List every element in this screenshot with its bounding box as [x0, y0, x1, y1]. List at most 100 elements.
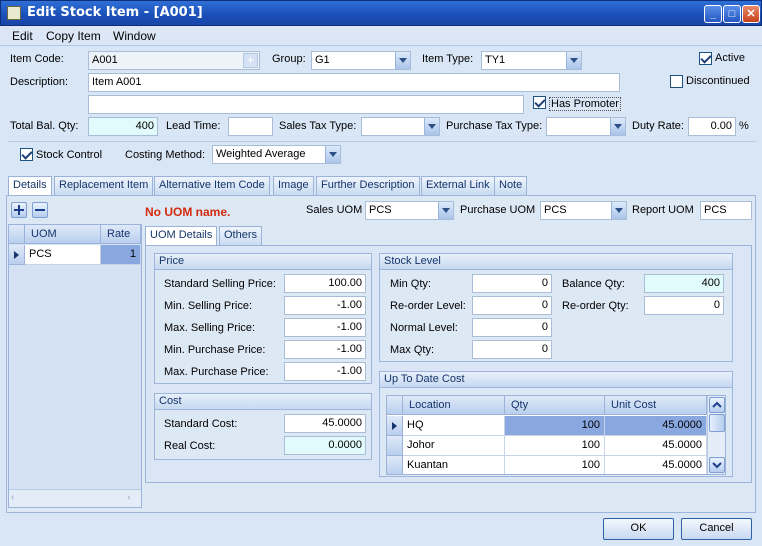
cancel-button[interactable]: Cancel [681, 518, 752, 540]
purchase-uom-value: PCS [544, 204, 567, 216]
min-selling-price-field[interactable]: -1.00 [284, 296, 366, 315]
tab-image[interactable]: Image [273, 176, 314, 195]
sales-uom-label: Sales UOM [306, 204, 363, 216]
chevron-down-icon[interactable] [566, 52, 581, 69]
app-icon [7, 6, 21, 20]
location-cell[interactable]: HQ [403, 416, 505, 436]
tab-alternative-item-code[interactable]: Alternative Item Code [154, 176, 270, 195]
active-checkbox[interactable] [699, 52, 712, 65]
ok-button[interactable]: OK [603, 518, 674, 540]
location-cell[interactable]: Kuantan [403, 456, 505, 474]
chevron-down-icon[interactable] [395, 52, 410, 69]
group-select[interactable]: G1 [311, 51, 411, 70]
duty-rate-label: Duty Rate: [632, 120, 684, 132]
duty-rate-field[interactable]: 0.00 [688, 117, 736, 136]
real-cost-field[interactable]: 0.0000 [284, 436, 366, 455]
chevron-down-icon[interactable] [325, 146, 340, 163]
unit-cost-column-header[interactable]: Unit Cost [605, 396, 707, 415]
menu-copy-item[interactable]: Copy Item [46, 29, 101, 43]
plus-icon[interactable]: + [243, 53, 258, 68]
reorder-qty-label: Re-order Qty: [562, 300, 629, 312]
tab-further-description[interactable]: Further Description [316, 176, 420, 195]
reorder-qty-field[interactable]: 0 [644, 296, 724, 315]
normal-level-field[interactable]: 0 [472, 318, 552, 337]
item-code-field[interactable]: A001 + [88, 51, 260, 70]
costing-method-label: Costing Method: [125, 149, 206, 161]
max-qty-label: Max Qty: [390, 344, 435, 356]
std-selling-price-field[interactable]: 100.00 [284, 274, 366, 293]
min-purchase-price-field[interactable]: -1.00 [284, 340, 366, 359]
qty-cell[interactable]: 100 [505, 456, 605, 474]
report-uom-field[interactable]: PCS [700, 201, 752, 220]
item-type-select[interactable]: TY1 [481, 51, 582, 70]
qty-column-header[interactable]: Qty [505, 396, 605, 415]
balance-qty-field[interactable]: 400 [644, 274, 724, 293]
tab-external-link[interactable]: External Link [421, 176, 495, 195]
tab-others[interactable]: Others [219, 226, 263, 245]
chevron-down-icon[interactable] [611, 202, 626, 219]
chevron-down-icon[interactable] [424, 118, 439, 135]
chevron-down-icon[interactable] [438, 202, 453, 219]
reorder-level-field[interactable]: 0 [472, 296, 552, 315]
max-qty-field[interactable]: 0 [472, 340, 552, 359]
purchase-tax-select[interactable] [546, 117, 626, 136]
std-cost-field[interactable]: 45.0000 [284, 414, 366, 433]
stock-control-label: Stock Control [36, 149, 103, 161]
unit-cost-cell[interactable]: 45.0000 [605, 416, 707, 436]
title-bar[interactable]: Edit Stock Item - [A001] _ □ ✕ [0, 0, 762, 26]
remove-uom-button[interactable] [32, 202, 48, 218]
max-selling-price-field[interactable]: -1.00 [284, 318, 366, 337]
close-button[interactable]: ✕ [742, 5, 760, 23]
sales-uom-select[interactable]: PCS [365, 201, 454, 220]
uom-column-header[interactable]: UOM [25, 225, 101, 244]
minimize-button[interactable]: _ [704, 5, 722, 23]
rate-column-header[interactable]: Rate [101, 225, 141, 244]
item-code-label: Item Code: [10, 53, 64, 65]
min-purchase-price-label: Min. Purchase Price: [164, 344, 266, 356]
row-indicator [387, 436, 403, 456]
maximize-button[interactable]: □ [723, 5, 741, 23]
discontinued-checkbox[interactable] [670, 75, 683, 88]
tab-details[interactable]: Details [8, 176, 52, 196]
menu-edit[interactable]: Edit [12, 29, 33, 43]
unit-cost-cell[interactable]: 45.0000 [605, 456, 707, 474]
min-qty-field[interactable]: 0 [472, 274, 552, 293]
description-field[interactable]: Item A001 [88, 73, 620, 92]
purchase-uom-select[interactable]: PCS [540, 201, 627, 220]
has-promoter-checkbox[interactable] [533, 96, 546, 109]
add-uom-button[interactable] [11, 202, 27, 218]
scroll-right-icon[interactable]: › [127, 492, 139, 505]
scroll-thumb[interactable] [709, 414, 725, 432]
costing-method-select[interactable]: Weighted Average [212, 145, 341, 164]
tab-uom-details[interactable]: UOM Details [145, 226, 218, 246]
lead-time-field[interactable] [228, 117, 273, 136]
qty-cell[interactable]: 100 [505, 436, 605, 456]
sales-tax-select[interactable] [361, 117, 440, 136]
lead-time-label: Lead Time: [166, 120, 221, 132]
scroll-down-icon[interactable] [709, 457, 725, 473]
total-bal-field[interactable]: 400 [88, 117, 158, 136]
chevron-down-icon[interactable] [610, 118, 625, 135]
unit-cost-cell[interactable]: 45.0000 [605, 436, 707, 456]
qty-cell[interactable]: 100 [505, 416, 605, 436]
row-indicator [387, 456, 403, 474]
tab-replacement-item[interactable]: Replacement Item [54, 176, 154, 195]
rate-cell[interactable]: 1 [101, 245, 141, 265]
horizontal-scrollbar[interactable]: ‹ › [9, 489, 141, 507]
balance-qty-label: Balance Qty: [562, 278, 625, 290]
stock-control-checkbox[interactable] [20, 148, 33, 161]
duty-unit: % [739, 120, 749, 132]
location-cost-grid: Location Qty Unit Cost HQ 100 45.0000 Jo… [386, 395, 726, 475]
menu-window[interactable]: Window [113, 29, 156, 43]
tab-note[interactable]: Note [494, 176, 528, 195]
up-to-date-cost-title: Up To Date Cost [380, 372, 732, 388]
location-column-header[interactable]: Location [403, 396, 505, 415]
scroll-left-icon[interactable]: ‹ [11, 492, 25, 505]
vertical-scrollbar[interactable] [707, 396, 725, 474]
row-indicator [9, 245, 25, 265]
description2-field[interactable] [88, 95, 524, 114]
uom-cell[interactable]: PCS [25, 245, 101, 265]
location-cell[interactable]: Johor [403, 436, 505, 456]
scroll-up-icon[interactable] [709, 397, 725, 413]
max-purchase-price-field[interactable]: -1.00 [284, 362, 366, 381]
